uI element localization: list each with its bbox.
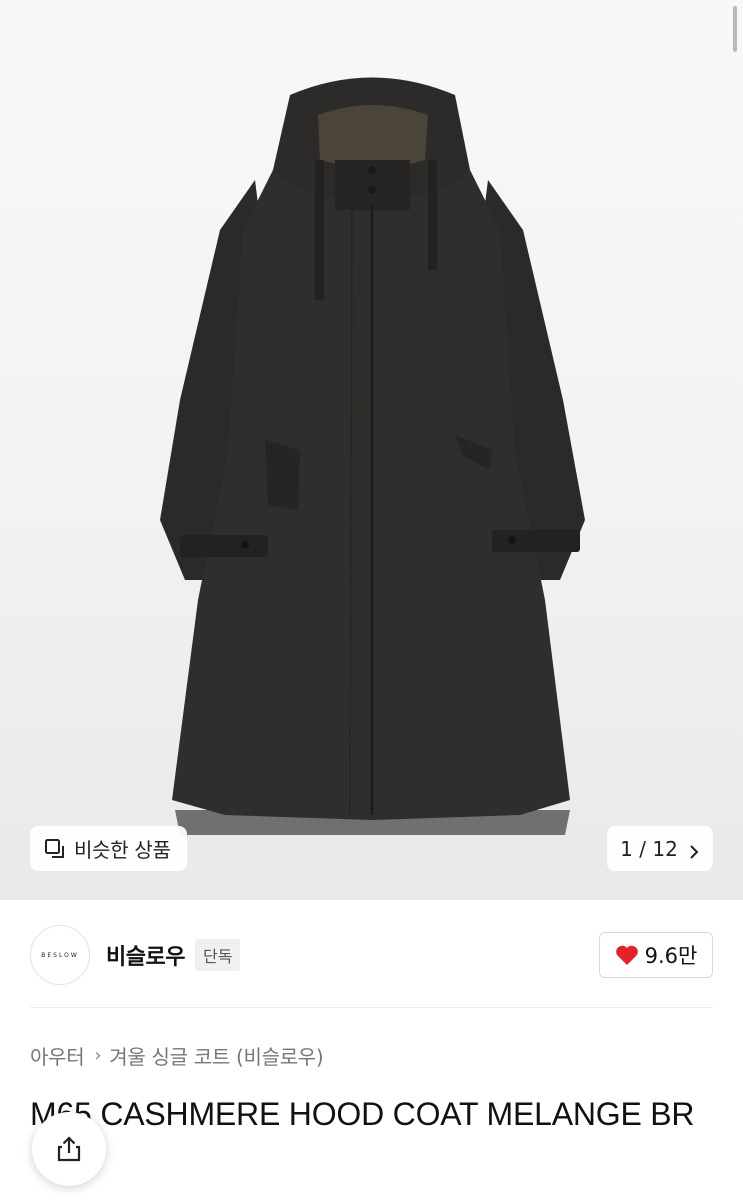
- share-button[interactable]: [32, 1112, 106, 1186]
- scroll-indicator[interactable]: [733, 6, 737, 52]
- product-image: [160, 77, 585, 835]
- brand-logo-text: BESLOW: [41, 951, 79, 959]
- breadcrumb-item-category[interactable]: 아우터: [30, 1041, 85, 1070]
- divider: [30, 1007, 713, 1008]
- like-count: 9.6만: [644, 944, 698, 968]
- heart-icon: [615, 944, 639, 966]
- similar-items-button[interactable]: 비슷한 상품: [30, 826, 187, 871]
- brand-row: BESLOW 비슬로우 단독 9.6만: [30, 924, 713, 986]
- share-icon: [54, 1134, 84, 1164]
- product-image-gallery[interactable]: 비슷한 상품 1 / 12: [0, 0, 743, 900]
- brand-logo[interactable]: BESLOW: [30, 925, 90, 985]
- chevron-right-icon: ›: [94, 1044, 102, 1066]
- similar-items-label: 비슷한 상품: [74, 838, 171, 862]
- image-pager[interactable]: 1 / 12: [607, 826, 713, 871]
- breadcrumb-item-subcategory[interactable]: 겨울 싱글 코트 (비슬로우): [109, 1041, 323, 1070]
- product-title: M65 CASHMERE HOOD COAT MELANGE BR: [30, 1096, 695, 1132]
- chevron-right-icon: [688, 841, 700, 859]
- exclusive-badge: 단독: [194, 939, 241, 971]
- similar-items-icon: [44, 838, 66, 860]
- breadcrumb: 아우터 › 겨울 싱글 코트 (비슬로우): [30, 1040, 324, 1070]
- like-button[interactable]: 9.6만: [599, 932, 713, 978]
- brand-name[interactable]: 비슬로우: [106, 939, 185, 971]
- pager-count: 1 / 12: [620, 836, 678, 861]
